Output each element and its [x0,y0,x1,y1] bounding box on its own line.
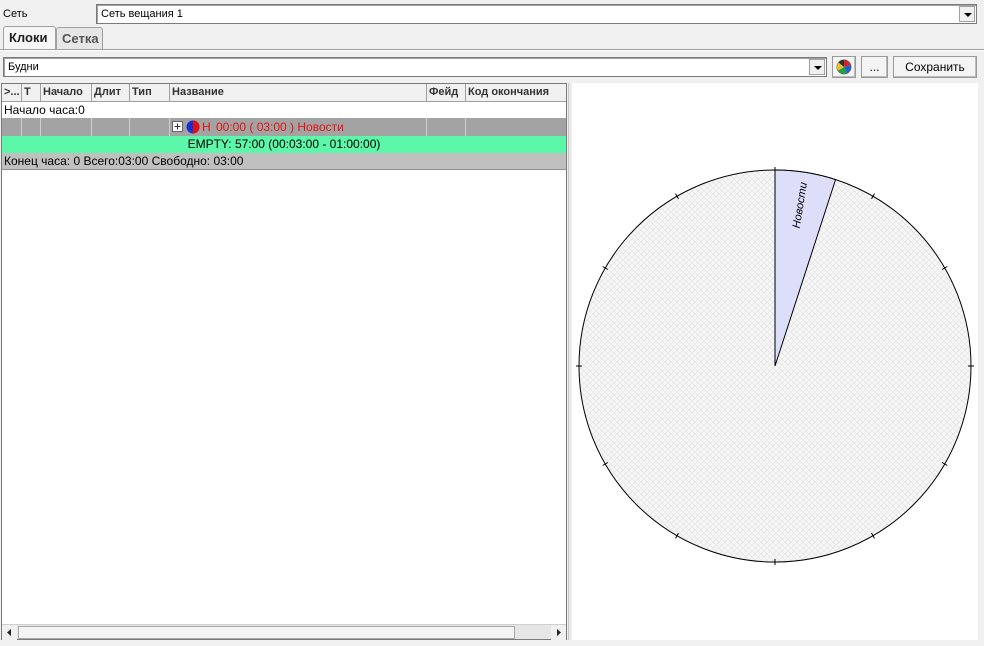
tab-clocks-label: Клоки [9,30,48,45]
horizontal-scrollbar[interactable] [2,624,566,640]
arrow-left-icon [7,629,11,636]
empty-slot-text: EMPTY: 57:00 (00:03:00 - 01:00:00) [187,137,381,151]
panel-splitter[interactable] [568,83,571,640]
palette-icon [836,59,852,75]
template-select-value: Будни [8,61,39,73]
tab-grid-label: Сетка [62,31,99,46]
scroll-thumb[interactable] [18,626,515,639]
tab-divider [0,49,984,51]
column-header-type-flag[interactable]: Т [22,84,41,102]
tab-grid[interactable]: Сетка [56,27,103,49]
column-header-end-code[interactable]: Код окончания [466,84,566,102]
color-palette-button[interactable] [832,56,856,78]
column-header-start[interactable]: Начало [41,84,92,102]
block-type-prefix: Н [202,120,211,134]
column-header-name[interactable]: Название [170,84,427,102]
column-header-type[interactable]: Тип [130,84,170,102]
more-button[interactable]: ... [861,56,888,78]
column-header-fade[interactable]: Фейд [427,84,466,102]
chevron-down-icon[interactable] [809,59,825,75]
more-button-label: ... [869,60,880,74]
hour-clock-panel: Новости [572,83,978,640]
table-row[interactable]: Н 00:00 ( 03:00 ) Новости [2,118,566,136]
block-title: 00:00 ( 03:00 ) Новости [216,120,344,134]
column-header-duration[interactable]: Длит [92,84,130,102]
clock-grid[interactable]: >... Т Начало Длит Тип Название Фейд Код… [1,83,567,640]
network-select-value: Сеть вещания 1 [101,8,183,20]
arrow-right-icon [557,629,561,636]
block-pie-icon [186,120,200,134]
save-button[interactable]: Сохранить [893,56,977,78]
column-header-expand[interactable]: >... [2,84,22,102]
tab-clocks[interactable]: Клоки [3,26,56,50]
save-button-label: Сохранить [905,60,965,74]
chevron-down-icon[interactable] [959,6,975,22]
empty-slot-row[interactable]: EMPTY: 57:00 (00:03:00 - 01:00:00) [2,136,566,153]
scroll-right-button[interactable] [551,625,566,640]
grid-header: >... Т Начало Длит Тип Название Фейд Код… [2,84,566,102]
scroll-left-button[interactable] [2,625,17,640]
expand-plus-icon[interactable] [172,121,183,132]
hour-end-text: Конец часа: 0 Всего:03:00 Свободно: 03:0… [4,154,244,168]
network-select[interactable]: Сеть вещания 1 [96,4,977,24]
hour-end-row: Конец часа: 0 Всего:03:00 Свободно: 03:0… [2,153,566,170]
hour-clock-chart[interactable]: Новости [572,83,978,640]
template-select[interactable]: Будни [3,57,827,77]
network-label: Сеть [3,8,28,20]
hour-start-label: Начало часа:0 [4,103,85,117]
